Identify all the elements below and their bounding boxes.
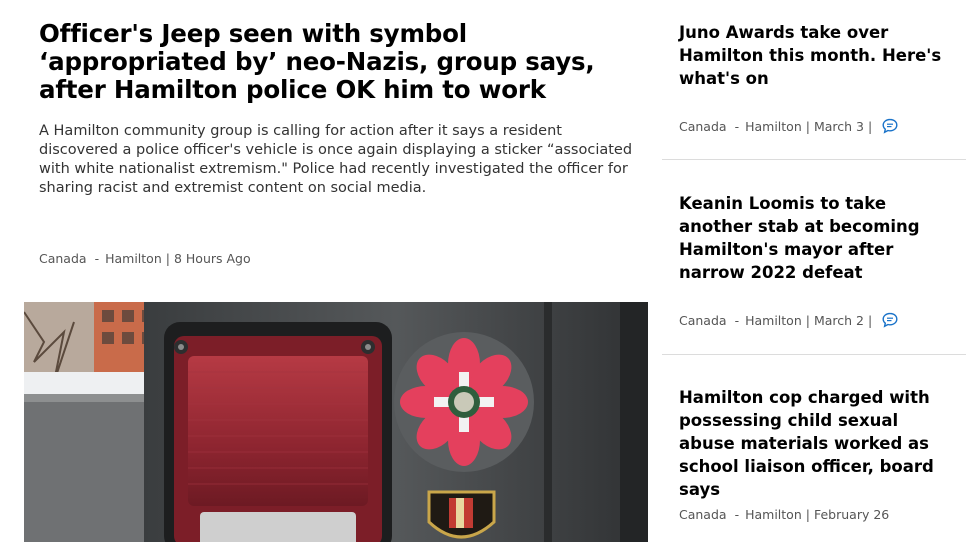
sidebar-story-headline[interactable]: Hamilton cop charged with possessing chi… xyxy=(679,386,959,501)
jeep-photo xyxy=(24,302,648,542)
meta-dash: - xyxy=(734,312,740,328)
timestamp: February 26 xyxy=(813,507,890,522)
main-story-meta: Canada - Hamilton | 8 Hours Ago xyxy=(39,251,251,266)
sidebar-story-headline[interactable]: Juno Awards take over Hamilton this mont… xyxy=(679,21,959,90)
meta-separator: | xyxy=(805,118,810,134)
location-label[interactable]: Hamilton xyxy=(745,313,802,328)
speech-bubble-icon[interactable] xyxy=(882,312,898,328)
meta-dash: - xyxy=(734,507,740,522)
speech-bubble-icon[interactable] xyxy=(882,118,898,134)
divider xyxy=(662,354,966,355)
timestamp: 8 Hours Ago xyxy=(173,251,251,266)
location-label[interactable]: Hamilton xyxy=(745,119,802,134)
main-story-image[interactable] xyxy=(24,302,648,542)
sidebar-story-meta: Canada - Hamilton | March 2 | xyxy=(679,312,898,328)
divider xyxy=(662,159,966,160)
meta-separator: | xyxy=(868,118,873,134)
timestamp: March 2 xyxy=(813,312,864,328)
category-label[interactable]: Canada xyxy=(679,507,727,522)
location-label[interactable]: Hamilton xyxy=(745,507,802,522)
category-label[interactable]: Canada xyxy=(679,313,727,328)
main-story-description: A Hamilton community group is calling fo… xyxy=(39,123,633,196)
sidebar-story-meta: Canada - Hamilton | February 26 xyxy=(679,507,889,522)
sidebar-story-meta: Canada - Hamilton | March 3 | xyxy=(679,118,898,134)
meta-dash: - xyxy=(94,251,100,266)
category-label[interactable]: Canada xyxy=(679,119,727,134)
related-stories-sidebar: Juno Awards take over Hamilton this mont… xyxy=(662,0,966,542)
main-story-headline[interactable]: Officer's Jeep seen with symbol ‘appropr… xyxy=(39,20,639,104)
timestamp: March 3 xyxy=(813,118,864,134)
location-label[interactable]: Hamilton xyxy=(105,251,162,266)
meta-separator: | xyxy=(805,312,810,328)
category-label[interactable]: Canada xyxy=(39,251,87,266)
meta-separator: | xyxy=(868,312,873,328)
meta-separator: | xyxy=(805,507,810,522)
main-story: Officer's Jeep seen with symbol ‘appropr… xyxy=(24,0,648,542)
meta-dash: - xyxy=(734,118,740,134)
sidebar-story-headline[interactable]: Keanin Loomis to take another stab at be… xyxy=(679,192,959,284)
meta-separator: | xyxy=(165,251,170,266)
